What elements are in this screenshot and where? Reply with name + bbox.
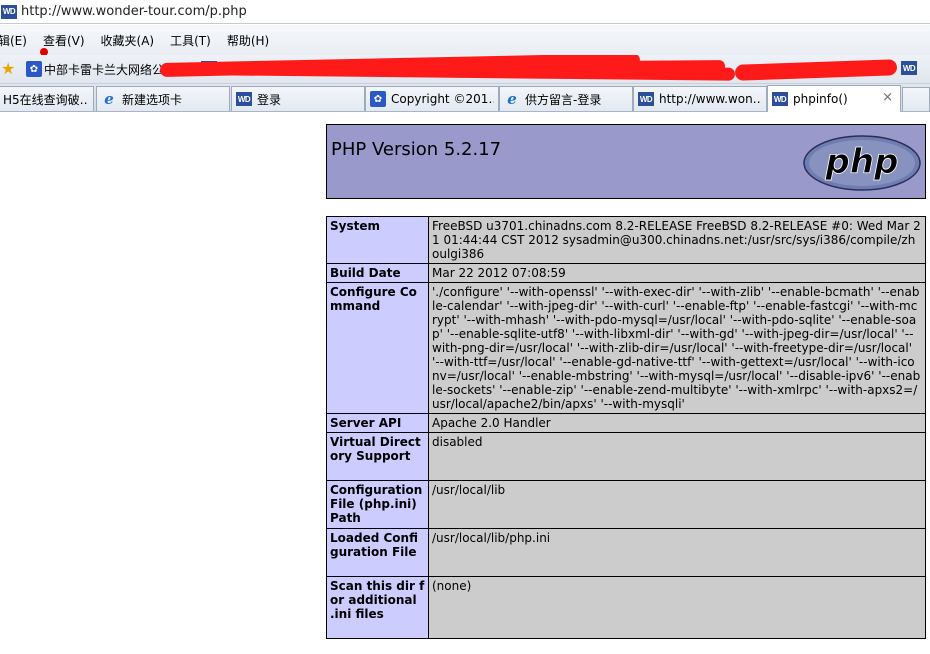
ie-icon: e [507,90,517,108]
tab-login[interactable]: WD 登录 [231,86,365,111]
menu-favorites[interactable]: 收藏夹(A) [93,32,163,49]
table-row: Configure Command './configure' '--with-… [326,282,926,414]
menu-help[interactable]: 帮助(H) [219,32,277,49]
url-text[interactable]: http://www.wonder-tour.com/p.php [21,4,247,19]
info-value: /usr/local/lib/php.ini [428,528,926,577]
tab-supplier-login[interactable]: e 供方留言-登录 [499,86,633,111]
favorite-wd-icon-right[interactable]: WD [901,61,917,75]
table-row: Scan this dir for additional .ini files … [326,576,926,639]
tab-copyright[interactable]: ✿ Copyright ©201… [365,86,499,111]
info-key: Virtual Directory Support [326,432,429,481]
menu-edit[interactable]: 辑(E) [0,32,35,49]
info-key: System [326,216,429,264]
menu-view[interactable]: 查看(V) [35,32,93,49]
tab-label: 新建选项卡 [122,92,183,107]
tab-phpinfo[interactable]: WD phpinfo() × [767,85,901,112]
info-key: Build Date [326,263,429,283]
info-value: (none) [428,576,926,639]
tab-bar: H5在线查询破… e 新建选项卡 WD 登录 ✿ Copyright ©201…… [0,84,930,112]
php-version-header: PHP Version 5.2.17 php [326,124,926,199]
close-tab-icon[interactable]: × [882,90,893,105]
tab-h5-search[interactable]: H5在线查询破… [0,86,94,111]
table-row: Loaded Configuration File /usr/local/lib… [326,528,926,577]
new-tab-button[interactable] [902,87,930,111]
baidu-paw-icon[interactable]: ✿ [26,61,42,77]
site-favicon-icon: WD [1,4,17,19]
info-value: /usr/local/lib [428,480,926,529]
info-value: disabled [428,432,926,481]
favorites-star-icon[interactable]: ★ [1,59,15,78]
baidu-paw-icon: ✿ [370,91,386,107]
info-key: Loaded Configuration File [326,528,429,577]
favorite-link-1[interactable]: 中部卡雷卡兰大网络公司 [44,61,176,78]
wd-icon: WD [638,92,654,106]
tab-label: Copyright ©201… [391,92,494,106]
address-bar[interactable]: WD http://www.wonder-tour.com/p.php [0,0,930,24]
info-value: Apache 2.0 Handler [428,413,926,433]
info-value: Mar 22 2012 07:08:59 [428,263,926,283]
info-value: FreeBSD u3701.chinadns.com 8.2-RELEASE F… [428,216,926,264]
info-value: './configure' '--with-openssl' '--with-e… [428,282,926,414]
favorites-bar: ★ ✿ 中部卡雷卡兰大网络公司 WD WD [0,55,930,84]
info-key: Server API [326,413,429,433]
tab-wonder-url[interactable]: WD http://www.won… [633,86,767,111]
redaction-stroke-3 [469,60,726,74]
menu-tools[interactable]: 工具(T) [162,32,219,49]
tab-label: 登录 [257,92,282,107]
info-key: Configuration File (php.ini) Path [326,480,429,529]
info-key: Scan this dir for additional .ini files [326,576,429,639]
redaction-stroke-4 [734,59,898,81]
table-row: Server API Apache 2.0 Handler [326,413,926,433]
tab-label: http://www.won… [659,92,762,106]
table-row: System FreeBSD u3701.chinadns.com 8.2-RE… [326,216,926,264]
info-key: Configure Command [326,282,429,414]
php-logo-icon: php [803,135,921,191]
menu-bar: 辑(E) 查看(V) 收藏夹(A) 工具(T) 帮助(H) [0,25,930,55]
tab-label: phpinfo() [793,92,848,106]
table-row: Build Date Mar 22 2012 07:08:59 [326,263,926,283]
tab-label: 供方留言-登录 [525,92,602,107]
tab-label: H5在线查询破… [3,92,89,107]
ie-icon: e [104,90,114,108]
table-row: Virtual Directory Support disabled [326,432,926,481]
wd-icon: WD [236,92,252,106]
php-info-table: System FreeBSD u3701.chinadns.com 8.2-RE… [326,216,926,639]
page-title: PHP Version 5.2.17 [331,139,502,160]
wd-icon: WD [772,92,788,106]
tab-new-tab[interactable]: e 新建选项卡 [96,86,230,111]
table-row: Configuration File (php.ini) Path /usr/l… [326,480,926,529]
php-logo-text: php [825,142,899,182]
